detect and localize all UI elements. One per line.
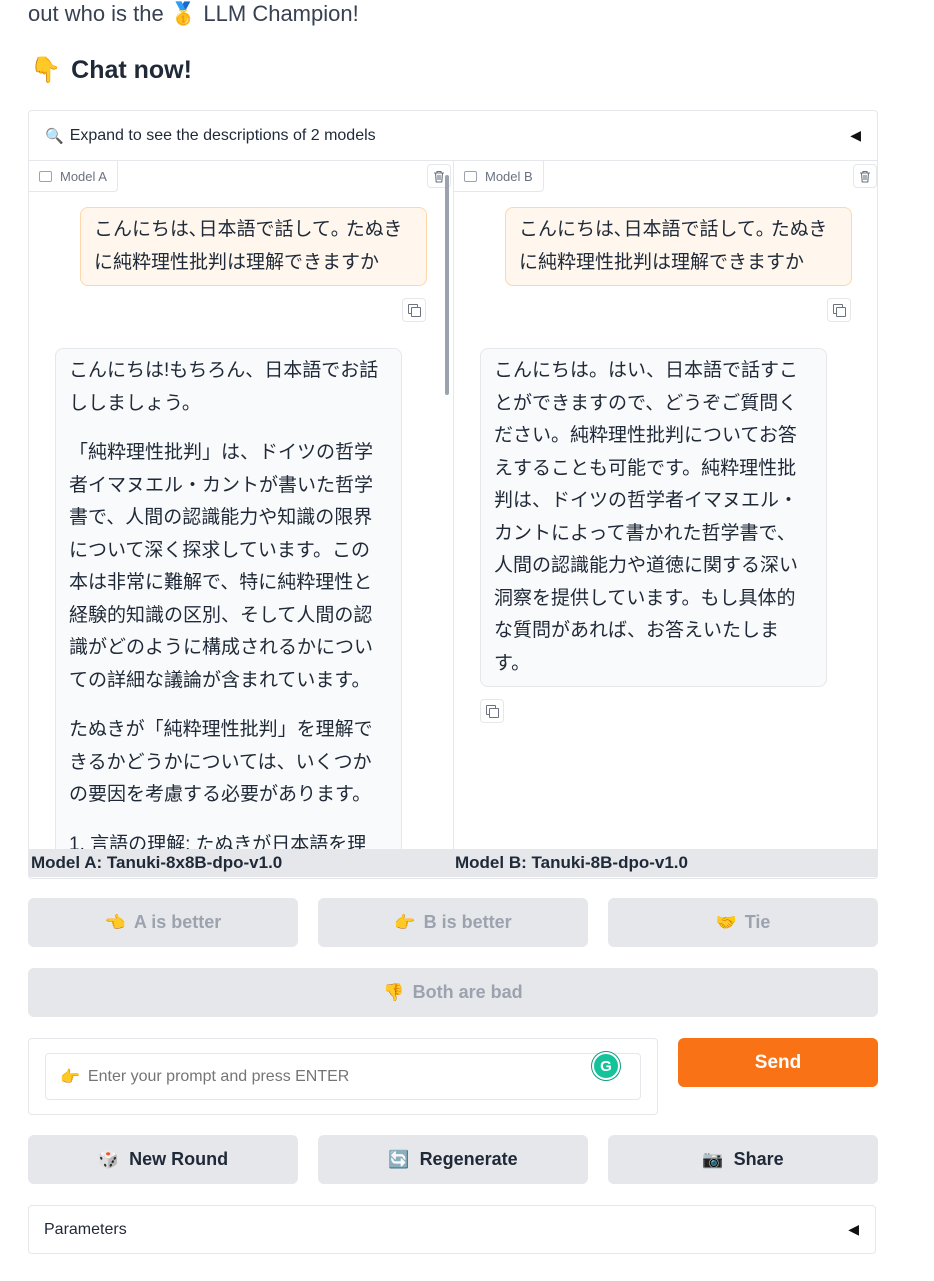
pointing-down-icon: 👇 [30,56,62,84]
button-label: B is better [423,912,512,932]
intro-text: out who is the 🥇 LLM Champion! [28,0,359,28]
user-message: こんにちは､日本語で話して｡ たぬきに純粋理性批判は理解できますか [80,207,427,286]
a-is-better-button[interactable]: 👈 A is better [28,898,298,947]
chat-now-heading: 👇 Chat now! [30,56,192,85]
bot-paragraph: たぬきが「純粋理性批判」を理解できるかどうかについては、いくつかの要因を考慮する… [69,719,373,805]
copy-icon[interactable] [480,699,504,723]
grammarly-icon[interactable]: G [592,1052,620,1080]
bot-paragraph: こんにちは。はい、日本語で話すことができますので、どうぞご質問ください。純粋理性… [494,360,799,674]
button-label: New Round [129,1149,229,1169]
bot-paragraph: 1. 言語の理解: たぬきが日本語を理 [69,833,367,850]
intro-prefix: out who is the [28,1,164,26]
parameters-label: Parameters [44,1220,127,1238]
button-label: Regenerate [419,1149,518,1169]
button-label: A is better [133,912,222,932]
collapse-arrow-icon[interactable]: ◀ [850,127,861,144]
point-right-icon: 👉 [60,1068,80,1086]
handshake-icon: 🤝 [715,912,737,932]
b-is-better-button[interactable]: 👉 B is better [318,898,588,947]
button-label: Tie [744,912,771,932]
tie-button[interactable]: 🤝 Tie [608,898,878,947]
both-bad-button[interactable]: 👎 Both are bad [28,968,878,1017]
new-round-button[interactable]: 🎲 New Round [28,1135,298,1184]
regenerate-button[interactable]: 🔄 Regenerate [318,1135,588,1184]
chatbot-label-a: Model A [29,161,118,192]
clear-trash-icon[interactable] [853,164,877,188]
chatbot-label-text: Model B [485,168,533,184]
medal-icon: 🥇 [169,1,198,26]
point-left-icon: 👈 [104,912,126,932]
chat-icon [39,170,52,182]
prompt-container: 👉 G [28,1038,658,1115]
bot-paragraph: こんにちは!もちろん、日本語でお話ししましょう。 [69,360,379,414]
chatbot-label-text: Model A [60,168,107,184]
model-a-name: Model A: Tanuki-8x8B-dpo-v1.0 [31,853,283,872]
share-button[interactable]: 📷 Share [608,1135,878,1184]
model-descriptions-accordion[interactable]: 🔍 Expand to see the descriptions of 2 mo… [29,111,877,161]
model-names-bar: Model A: Tanuki-8x8B-dpo-v1.0 Model B: T… [29,849,877,877]
chat-now-label: Chat now! [71,56,192,84]
dice-icon: 🎲 [97,1149,120,1169]
thumbs-down-icon: 👎 [383,982,405,1002]
chat-icon [464,170,477,182]
parameters-accordion[interactable]: Parameters ◀ [28,1205,876,1254]
button-label: Both are bad [412,982,523,1002]
bot-message: こんにちは。はい、日本語で話すことができますので、どうぞご質問ください。純粋理性… [480,348,827,687]
intro-suffix: LLM Champion! [203,1,359,26]
magnifier-icon: 🔍 [45,127,64,145]
prompt-input[interactable] [85,1066,570,1087]
send-button[interactable]: Send [678,1038,878,1087]
battle-panel: 🔍 Expand to see the descriptions of 2 mo… [28,110,878,879]
bot-message: こんにちは!もちろん、日本語でお話ししましょう。 「純粋理性批判」は、ドイツの哲… [55,348,402,849]
button-label: Share [733,1149,784,1169]
model-b-name: Model B: Tanuki-8B-dpo-v1.0 [455,853,688,872]
chatbot-model-a[interactable]: Model A こんにちは､日本語で話して｡ たぬきに純粋理性批判は理解できます… [29,161,454,849]
refresh-icon: 🔄 [388,1149,410,1169]
copy-icon[interactable] [827,298,851,322]
point-right-icon: 👉 [394,912,416,932]
scrollbar[interactable] [445,175,449,395]
copy-icon[interactable] [402,298,426,322]
collapse-arrow-icon[interactable]: ◀ [848,1221,859,1238]
chatbot-label-b: Model B [454,161,544,192]
bot-paragraph: 「純粋理性批判」は、ドイツの哲学者イマヌエル・カントが書いた哲学書で、人間の認識… [69,442,374,691]
camera-icon: 📷 [702,1149,724,1169]
chatbot-model-b[interactable]: Model B こんにちは､日本語で話して｡ たぬきに純粋理性批判は理解できます… [454,161,877,849]
prompt-input-box[interactable]: 👉 G [45,1052,641,1100]
accordion-label: Expand to see the descriptions of 2 mode… [69,126,376,144]
user-message: こんにちは､日本語で話して｡ たぬきに純粋理性批判は理解できますか [505,207,852,286]
